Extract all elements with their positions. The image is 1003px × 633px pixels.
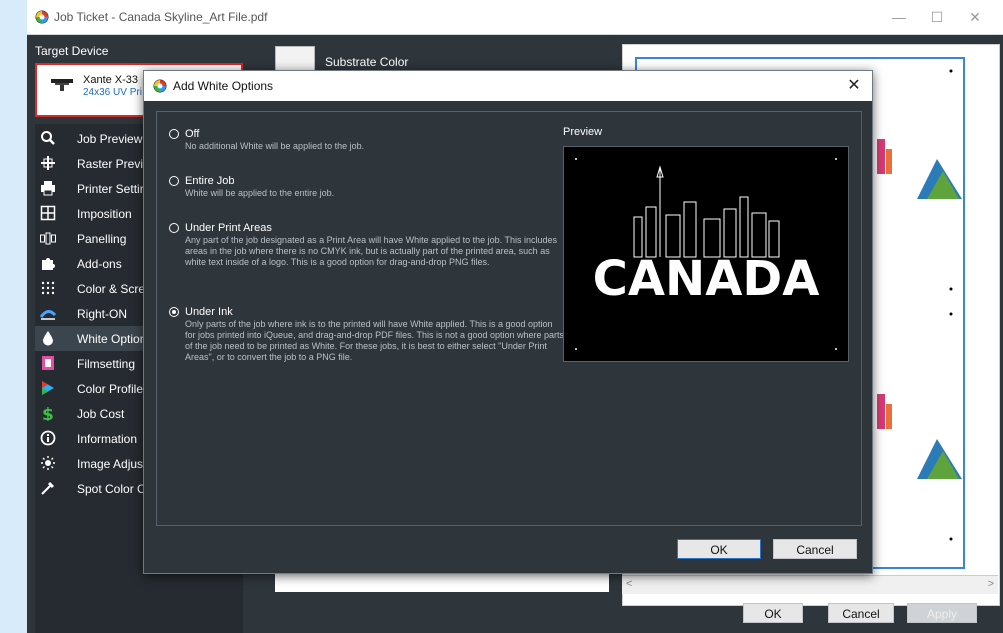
wide-printer-icon	[51, 79, 73, 91]
sidebar-item-label: White Optior	[77, 332, 144, 346]
sidebar-item-label: Information	[77, 432, 138, 446]
substrate-color-label: Substrate Color	[325, 55, 409, 69]
apply-button[interactable]: Apply	[907, 603, 977, 623]
preview-text: CANADA	[593, 251, 820, 307]
sidebar-item-label: Job Cost	[77, 407, 125, 421]
film-icon	[42, 356, 54, 370]
dots-icon	[41, 281, 55, 295]
magnifier-icon	[41, 131, 55, 145]
sidebar-item-label: Image Adjus	[77, 457, 144, 471]
window-titlebar: Job Ticket - Canada Skyline_Art File.pdf…	[27, 0, 1003, 35]
device-name: Xante X-33	[83, 74, 139, 86]
puzzle-icon	[42, 258, 55, 270]
sidebar-item-label: Right-ON	[77, 307, 128, 321]
scroll-left-icon[interactable]: <	[626, 578, 632, 590]
droplet-icon	[43, 331, 53, 346]
color-profile-icon	[42, 381, 54, 395]
minimize-button[interactable]: —	[879, 6, 919, 28]
white-preview-artwork: CANADA	[575, 158, 837, 350]
maximize-button[interactable]: ☐	[917, 6, 957, 28]
dialog-cancel-button[interactable]: Cancel	[773, 539, 857, 559]
dialog-close-button[interactable]: ✕	[844, 76, 864, 96]
panels-icon	[40, 232, 56, 245]
dollar-icon: $	[42, 405, 54, 421]
preview-horizontal-scrollbar[interactable]: < >	[622, 575, 998, 594]
sidebar-item-label: Color & Scre	[77, 282, 146, 296]
option-under-print-areas[interactable]: Under Print Areas Any part of the job de…	[169, 222, 557, 286]
device-description: 24x36 UV Pri	[83, 87, 142, 98]
option-off[interactable]: Off No additional White will be applied …	[169, 128, 551, 158]
sidebar-item-label: Printer Settir	[77, 182, 144, 196]
dialog-titlebar: Add White Options ✕	[144, 71, 872, 101]
preview-label: Preview	[563, 126, 603, 138]
option-under-print-areas-radio[interactable]	[169, 223, 179, 233]
option-description: No additional White will be applied to t…	[185, 141, 365, 151]
dropper-icon	[41, 481, 55, 495]
scroll-right-icon[interactable]: >	[988, 578, 994, 590]
window-title: Job Ticket - Canada Skyline_Art File.pdf	[54, 10, 268, 24]
option-description: Only parts of the job where ink is to th…	[185, 319, 565, 362]
app-logo-icon	[35, 10, 49, 24]
option-description: White will be applied to the entire job.	[185, 188, 335, 198]
add-white-options-dialog: Add White Options ✕ Off No additional Wh…	[143, 70, 873, 574]
svg-text:$: $	[42, 405, 54, 421]
option-title: Under Print Areas	[185, 222, 272, 234]
sun-icon	[41, 456, 55, 470]
printer-icon	[41, 181, 55, 196]
sidebar-item-label: Job Preview	[77, 132, 143, 146]
option-entire-job[interactable]: Entire Job White will be applied to the …	[169, 175, 551, 205]
right-on-icon	[40, 310, 56, 320]
white-options-group: Off No additional White will be applied …	[156, 111, 862, 526]
app-logo-icon	[153, 79, 167, 93]
grid-icon	[40, 205, 56, 221]
option-under-ink-radio[interactable]	[169, 307, 179, 317]
sidebar-item-label: Filmsetting	[77, 357, 136, 371]
option-title: Entire Job	[185, 175, 235, 187]
window-close-button[interactable]: ✕	[955, 6, 995, 28]
target-device-label: Target Device	[35, 44, 109, 58]
option-description: Any part of the job designated as a Prin…	[185, 235, 558, 267]
white-preview: CANADA	[563, 146, 849, 362]
dialog-title: Add White Options	[173, 79, 274, 93]
info-icon	[40, 430, 56, 446]
sidebar-item-label: Panelling	[77, 232, 127, 246]
option-off-radio[interactable]	[169, 129, 179, 139]
ok-button[interactable]: OK	[743, 603, 803, 623]
raster-icon	[41, 156, 55, 170]
option-title: Under Ink	[185, 306, 233, 318]
option-entire-job-radio[interactable]	[169, 176, 179, 186]
sidebar-item-label: Add-ons	[77, 257, 122, 271]
sidebar-item-label: Imposition	[77, 207, 132, 221]
option-under-ink[interactable]: Under Ink Only parts of the job where in…	[169, 306, 564, 370]
dialog-ok-button[interactable]: OK	[677, 539, 761, 559]
sidebar-item-label: Color Profile	[77, 382, 144, 396]
sidebar-item-label: Raster Previe	[77, 157, 150, 171]
cancel-button[interactable]: Cancel	[828, 603, 894, 623]
sidebar-item-label: Spot Color C	[77, 482, 146, 496]
option-title: Off	[185, 128, 200, 140]
